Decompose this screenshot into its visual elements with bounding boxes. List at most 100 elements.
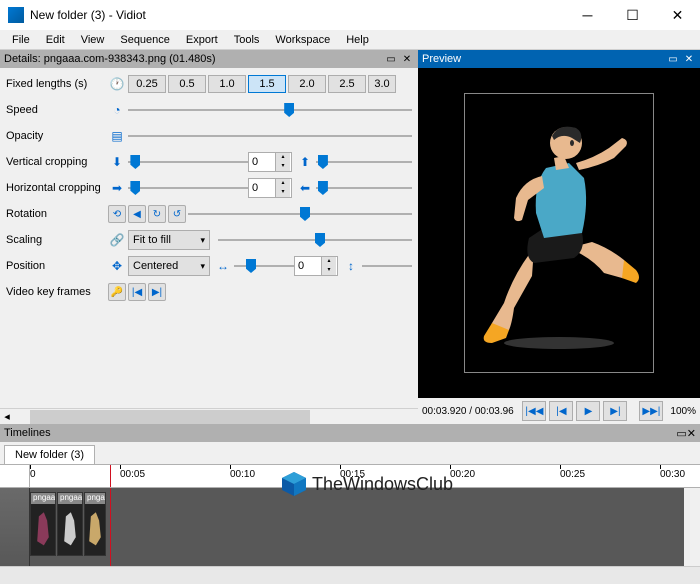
arrow-up-icon[interactable]: ⬆ bbox=[296, 154, 314, 170]
arrow-down-icon[interactable]: ⬇ bbox=[108, 154, 126, 170]
hcrop-label: Horizontal cropping bbox=[6, 182, 108, 194]
length-3-0[interactable]: 3.0 bbox=[368, 75, 396, 93]
timelines-panel: Timelines ▭ ✕ New folder (3) 0 00:05 00:… bbox=[0, 424, 700, 584]
panel-restore-icon[interactable]: ▭ bbox=[384, 52, 398, 66]
opacity-slider[interactable] bbox=[128, 129, 412, 143]
preview-panel: Preview ▭ ✕ bbox=[418, 50, 700, 424]
hcrop-right-slider[interactable] bbox=[316, 181, 412, 195]
menu-sequence[interactable]: Sequence bbox=[112, 32, 178, 48]
timelines-close-icon[interactable]: ✕ bbox=[687, 427, 696, 440]
rotate-reset-icon[interactable]: ⟲ bbox=[108, 205, 126, 223]
play-button[interactable]: ▶ bbox=[576, 401, 600, 421]
arrow-left-icon[interactable]: ⬅ bbox=[296, 180, 314, 196]
clip-3[interactable]: pnga bbox=[84, 492, 106, 556]
menu-export[interactable]: Export bbox=[178, 32, 226, 48]
timeline-vscroll[interactable] bbox=[684, 488, 700, 566]
playhead[interactable] bbox=[110, 465, 111, 487]
scaling-label: Scaling bbox=[6, 234, 108, 246]
keyframe-key-icon[interactable]: 🔑 bbox=[108, 283, 126, 301]
preview-frame bbox=[464, 93, 654, 373]
preview-close-icon[interactable]: ✕ bbox=[682, 52, 696, 66]
tick-20: 00:20 bbox=[450, 469, 475, 480]
length-0-5[interactable]: 0.5 bbox=[168, 75, 206, 93]
length-2-5[interactable]: 2.5 bbox=[328, 75, 366, 93]
position-y-slider[interactable] bbox=[362, 259, 412, 273]
length-1-5[interactable]: 1.5 bbox=[248, 75, 286, 93]
rotate-ccw-icon[interactable]: ↺ bbox=[168, 205, 186, 223]
timelines-title: Timelines bbox=[4, 427, 676, 439]
minimize-button[interactable]: ─ bbox=[565, 0, 610, 30]
hcrop-input[interactable]: ▴▾ bbox=[248, 178, 292, 198]
tick-25: 00:25 bbox=[560, 469, 585, 480]
position-label: Position bbox=[6, 260, 108, 272]
length-2-0[interactable]: 2.0 bbox=[288, 75, 326, 93]
menu-edit[interactable]: Edit bbox=[38, 32, 73, 48]
windowsclub-icon bbox=[280, 470, 308, 498]
length-1-0[interactable]: 1.0 bbox=[208, 75, 246, 93]
details-panel: Details: pngaaa.com-938343.png (01.480s)… bbox=[0, 50, 418, 424]
clock-icon[interactable]: 🕐 bbox=[108, 76, 126, 92]
timeline-track[interactable]: pngaaa pngaaa pnga bbox=[30, 488, 684, 566]
position-input[interactable]: ▴▾ bbox=[294, 256, 338, 276]
preview-title: Preview bbox=[422, 53, 664, 65]
horizontal-icon[interactable]: ↔ bbox=[214, 258, 232, 274]
vcrop-input[interactable]: ▴▾ bbox=[248, 152, 292, 172]
lock-icon[interactable]: 🔗 bbox=[108, 232, 126, 248]
timeline-gutter bbox=[0, 488, 30, 566]
zoom-level: 100% bbox=[670, 406, 696, 417]
keyframe-prev-icon[interactable]: |◀ bbox=[128, 283, 146, 301]
tick-30: 00:30 bbox=[660, 469, 685, 480]
timeline-tab[interactable]: New folder (3) bbox=[4, 445, 95, 464]
runner-image bbox=[474, 108, 644, 358]
tick-10: 00:10 bbox=[230, 469, 255, 480]
rotation-slider[interactable] bbox=[188, 207, 412, 221]
rotation-label: Rotation bbox=[6, 208, 108, 220]
keyframe-next-icon[interactable]: ▶| bbox=[148, 283, 166, 301]
window-title: New folder (3) - Vidiot bbox=[30, 8, 565, 22]
vcrop-top-slider[interactable] bbox=[128, 155, 248, 169]
move-icon[interactable]: ✥ bbox=[108, 258, 126, 274]
watermark: TheWindowsClub bbox=[280, 470, 453, 498]
vcrop-bottom-slider[interactable] bbox=[316, 155, 412, 169]
playhead-body[interactable] bbox=[110, 488, 111, 566]
menu-file[interactable]: File bbox=[4, 32, 38, 48]
close-button[interactable]: ✕ bbox=[655, 0, 700, 30]
clip-1[interactable]: pngaaa bbox=[30, 492, 56, 556]
menu-help[interactable]: Help bbox=[338, 32, 377, 48]
step-forward-button[interactable]: ▶| bbox=[603, 401, 627, 421]
clip-2[interactable]: pngaaa bbox=[57, 492, 83, 556]
tick-0: 0 bbox=[30, 469, 36, 480]
position-x-slider[interactable] bbox=[234, 259, 294, 273]
scaling-slider[interactable] bbox=[218, 233, 412, 247]
fixed-lengths-label: Fixed lengths (s) bbox=[6, 78, 108, 90]
app-icon bbox=[8, 7, 24, 23]
length-0-25[interactable]: 0.25 bbox=[128, 75, 166, 93]
panel-close-icon[interactable]: ✕ bbox=[400, 52, 414, 66]
details-title: Details: pngaaa.com-938343.png (01.480s) bbox=[4, 53, 382, 65]
speed-slider[interactable] bbox=[128, 103, 412, 117]
vertical-icon[interactable]: ↕ bbox=[342, 258, 360, 274]
rotate-left-icon[interactable]: ◀ bbox=[128, 205, 146, 223]
scaling-mode-combo[interactable]: Fit to fill bbox=[128, 230, 210, 250]
hcrop-left-slider[interactable] bbox=[128, 181, 248, 195]
menubar: File Edit View Sequence Export Tools Wor… bbox=[0, 30, 700, 50]
arrow-right-icon[interactable]: ➡ bbox=[108, 180, 126, 196]
timelines-restore-icon[interactable]: ▭ bbox=[676, 427, 686, 440]
opacity-label: Opacity bbox=[6, 130, 108, 142]
step-back-button[interactable]: |◀ bbox=[549, 401, 573, 421]
gauge-icon: ◔ bbox=[108, 102, 126, 118]
details-scrollbar[interactable]: ◂ bbox=[0, 408, 418, 424]
keyframes-label: Video key frames bbox=[6, 286, 108, 298]
vcrop-label: Vertical cropping bbox=[6, 156, 108, 168]
goto-start-button[interactable]: |◀◀ bbox=[522, 401, 546, 421]
menu-workspace[interactable]: Workspace bbox=[267, 32, 338, 48]
speed-label: Speed bbox=[6, 104, 108, 116]
menu-view[interactable]: View bbox=[73, 32, 113, 48]
rotate-cw-icon[interactable]: ↻ bbox=[148, 205, 166, 223]
position-mode-combo[interactable]: Centered bbox=[128, 256, 210, 276]
preview-restore-icon[interactable]: ▭ bbox=[666, 52, 680, 66]
goto-end-button[interactable]: ▶▶| bbox=[639, 401, 663, 421]
menu-tools[interactable]: Tools bbox=[226, 32, 268, 48]
maximize-button[interactable]: ☐ bbox=[610, 0, 655, 30]
opacity-icon: ▤ bbox=[108, 128, 126, 144]
